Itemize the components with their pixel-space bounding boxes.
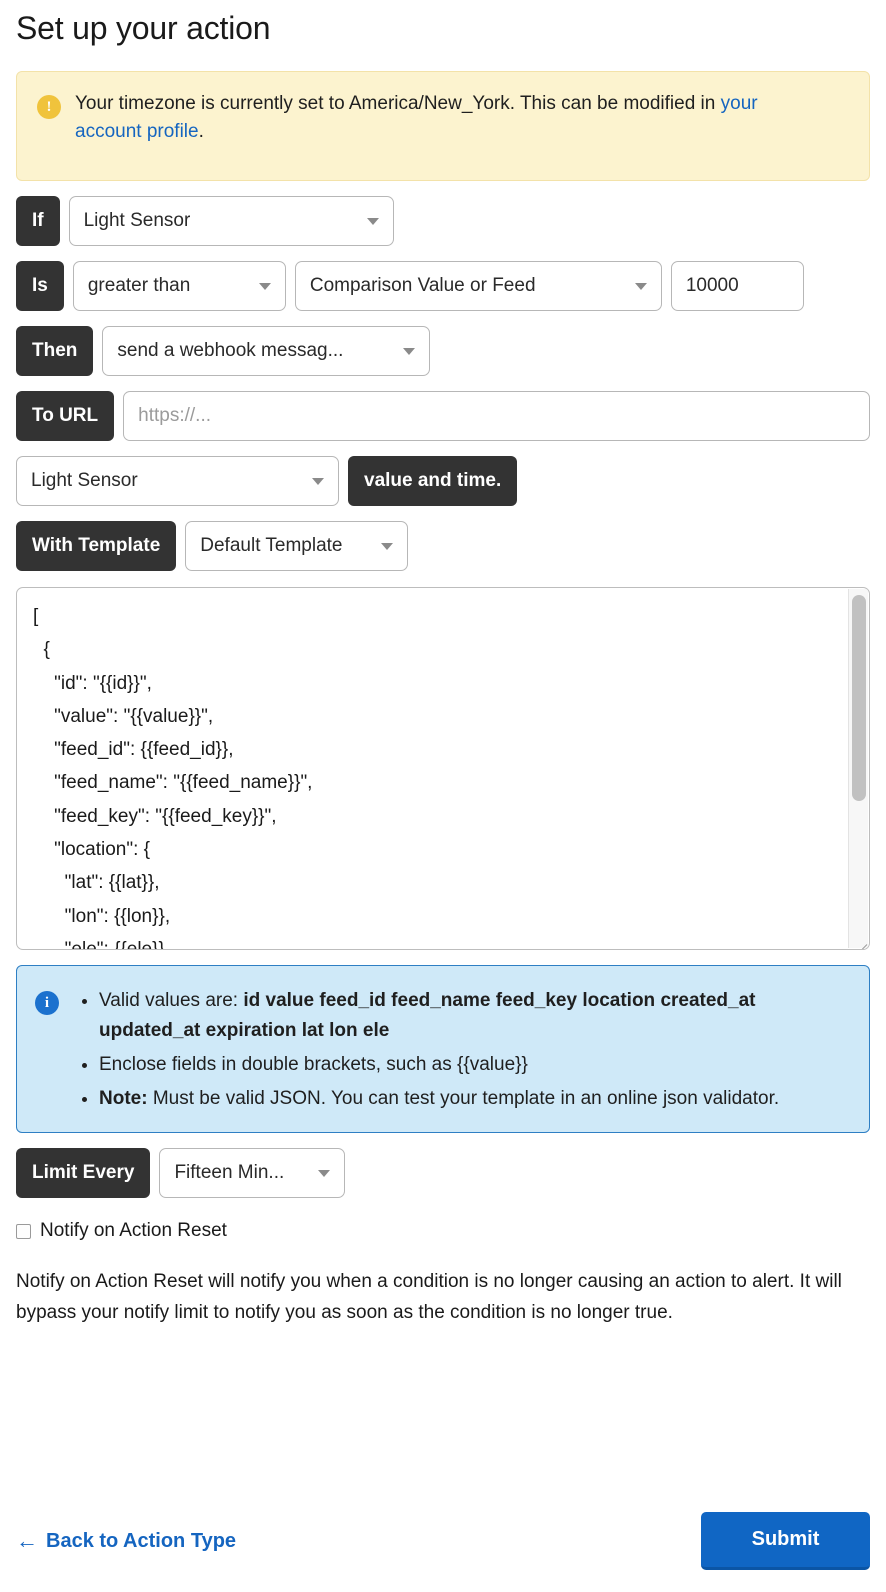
double-brackets-hint: Enclose fields in double brackets, such … <box>99 1054 528 1075</box>
limit-every-label: Limit Every <box>16 1148 151 1198</box>
with-template-label: With Template <box>16 521 177 571</box>
notify-on-action-reset-row[interactable]: Notify on Action Reset <box>16 1220 870 1242</box>
payload-feed-select[interactable]: Light Sensor <box>16 456 339 506</box>
if-label: If <box>16 196 60 246</box>
comparison-select[interactable]: Comparison Value or Feed <box>294 261 662 311</box>
webhook-url-input[interactable]: https://... <box>123 391 870 441</box>
note-text: Must be valid JSON. You can test your te… <box>147 1088 780 1109</box>
list-item: Note: Must be valid JSON. You can test y… <box>99 1084 851 1114</box>
chevron-down-icon <box>403 347 416 355</box>
limit-interval-select[interactable]: Fifteen Min... <box>159 1148 346 1198</box>
template-textarea[interactable]: [ { "id": "{{id}}", "value": "{{value}}"… <box>16 587 870 950</box>
is-label: Is <box>16 261 64 311</box>
form-footer: ← Back to Action Type Submit <box>0 1512 886 1570</box>
list-item: Valid values are: id value feed_id feed_… <box>99 986 851 1046</box>
submit-button[interactable]: Submit <box>701 1512 870 1570</box>
list-item: Enclose fields in double brackets, such … <box>99 1050 851 1080</box>
limit-every-row: Limit Every Fifteen Min... <box>16 1148 870 1198</box>
template-info-list: Valid values are: id value feed_id feed_… <box>73 986 851 1114</box>
back-to-action-type-link[interactable]: ← Back to Action Type <box>16 1530 236 1553</box>
if-row: If Light Sensor <box>16 196 870 246</box>
valid-values-prefix: Valid values are: <box>99 990 244 1011</box>
template-select-value: Default Template <box>200 535 343 556</box>
timezone-alert: ! Your timezone is currently set to Amer… <box>16 71 870 181</box>
action-type-select[interactable]: send a webhook messag... <box>102 326 431 376</box>
webhook-url-placeholder: https://... <box>138 405 212 426</box>
scrollbar-thumb[interactable] <box>852 595 866 801</box>
if-feed-select[interactable]: Light Sensor <box>68 196 394 246</box>
notify-help-text: Notify on Action Reset will notify you w… <box>16 1271 842 1323</box>
to-url-label: To URL <box>16 391 115 441</box>
to-url-row: To URL https://... <box>16 391 870 441</box>
action-setup-page: Set up your action ! Your timezone is cu… <box>0 0 886 1328</box>
template-info-alert: i Valid values are: id value feed_id fee… <box>16 965 870 1133</box>
if-feed-select-value: Light Sensor <box>83 210 191 231</box>
chevron-down-icon <box>366 217 379 225</box>
arrow-left-icon: ← <box>16 1528 38 1553</box>
action-type-select-value: send a webhook messag... <box>117 340 344 361</box>
note-label: Note: <box>99 1088 148 1109</box>
comparison-value-input[interactable]: 10000 <box>670 261 804 311</box>
comparison-value-text: 10000 <box>685 275 739 296</box>
template-select[interactable]: Default Template <box>185 521 409 571</box>
timezone-alert-body: Your timezone is currently set to Americ… <box>75 90 775 146</box>
notify-on-action-reset-label: Notify on Action Reset <box>40 1220 227 1241</box>
then-label: Then <box>16 326 94 376</box>
resize-handle-icon[interactable] <box>849 929 869 949</box>
chevron-down-icon <box>258 282 271 290</box>
notify-on-action-reset-checkbox[interactable] <box>16 1223 31 1239</box>
comparison-select-value: Comparison Value or Feed <box>309 275 536 296</box>
template-textarea-content[interactable]: [ { "id": "{{id}}", "value": "{{value}}"… <box>17 588 869 949</box>
operator-select-value: greater than <box>87 275 191 296</box>
timezone-alert-text-after: . <box>198 121 204 142</box>
timezone-alert-text-before: Your timezone is currently set to Americ… <box>75 93 721 114</box>
is-row: Is greater than Comparison Value or Feed… <box>16 261 870 311</box>
payload-feed-select-value: Light Sensor <box>31 470 138 491</box>
with-template-row: With Template Default Template <box>16 521 870 571</box>
chevron-down-icon <box>381 542 394 550</box>
page-title: Set up your action <box>16 10 271 46</box>
template-textarea-scrollbar[interactable] <box>848 589 868 948</box>
operator-select[interactable]: greater than <box>72 261 286 311</box>
info-icon: i <box>35 991 59 1015</box>
warning-icon: ! <box>37 95 61 119</box>
limit-interval-select-value: Fifteen Min... <box>174 1162 285 1183</box>
chevron-down-icon <box>634 282 647 290</box>
chevron-down-icon <box>312 477 324 485</box>
feed-value-row: Light Sensor value and time. <box>16 456 870 506</box>
back-link-label: Back to Action Type <box>46 1529 237 1552</box>
then-row: Then send a webhook messag... <box>16 326 870 376</box>
value-and-time-label: value and time. <box>348 456 518 506</box>
chevron-down-icon <box>318 1169 331 1177</box>
template-info-body: Valid values are: id value feed_id feed_… <box>73 986 851 1114</box>
